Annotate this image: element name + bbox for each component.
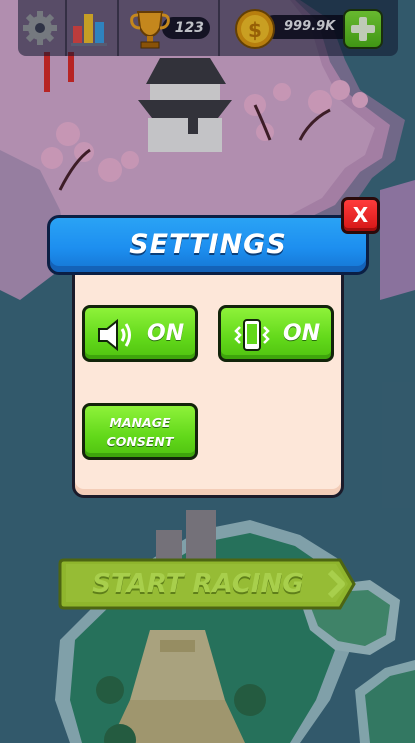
- speaker-icon: [98, 318, 131, 352]
- manage-consent-line2: CONSENT: [106, 434, 174, 449]
- settings-header: SETTINGS: [47, 215, 369, 275]
- start-racing-label: START RACING: [92, 569, 304, 599]
- manage-consent-label: MANAGE CONSENT: [85, 413, 195, 451]
- manage-consent-line1: MANAGE: [109, 415, 171, 430]
- settings-title: SETTINGS: [129, 229, 287, 260]
- manage-consent-button[interactable]: MANAGE CONSENT: [82, 403, 198, 460]
- close-button[interactable]: X: [341, 197, 380, 234]
- settings-panel: [72, 262, 344, 498]
- vibration-state-label: ON: [283, 321, 321, 346]
- sound-state-label: ON: [147, 321, 185, 346]
- vibration-toggle-button[interactable]: ON: [218, 305, 334, 362]
- chevron-right-icon: [327, 569, 345, 599]
- start-racing-button[interactable]: START RACING: [58, 558, 356, 610]
- vibration-icon: [234, 319, 270, 351]
- sound-toggle-button[interactable]: ON: [82, 305, 198, 362]
